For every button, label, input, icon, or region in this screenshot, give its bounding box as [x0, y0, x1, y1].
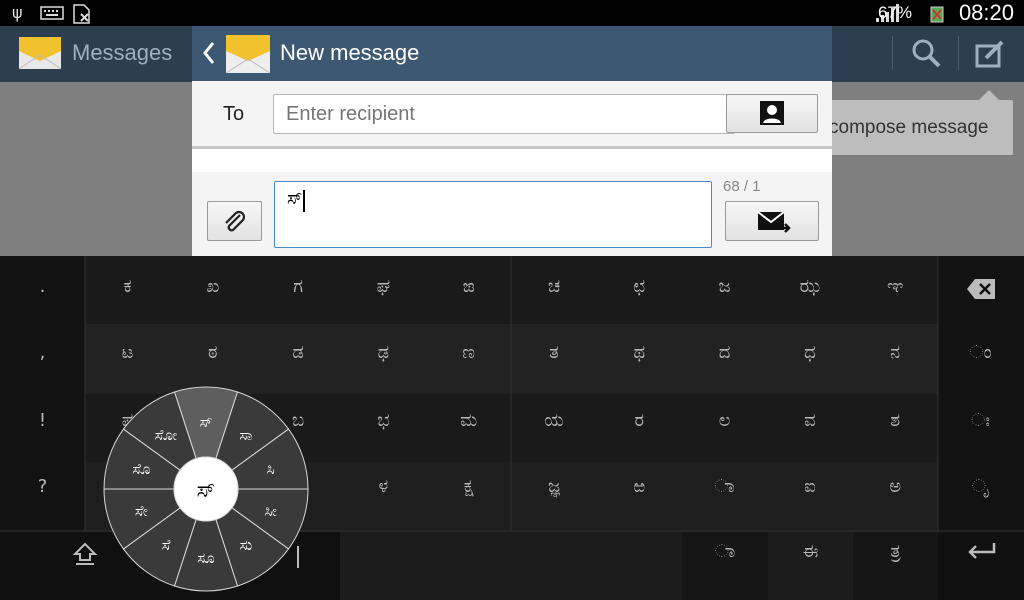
radial-item-label: ಸೋ	[155, 426, 178, 444]
key-r1-8[interactable]: ದ	[682, 342, 767, 363]
key-r1-10[interactable]: ನ	[853, 342, 938, 363]
key-r2-8[interactable]: ಲ	[682, 410, 767, 431]
battery-icon	[930, 5, 944, 27]
contact-icon	[760, 101, 784, 125]
backspace-key[interactable]	[938, 278, 1024, 305]
key-r3-8[interactable]: ಾ	[682, 476, 767, 497]
key-r2-7[interactable]: ರ	[597, 410, 682, 431]
key-r0-10[interactable]: ಞ	[853, 276, 938, 297]
key-r1-7[interactable]: ಥ	[597, 342, 682, 363]
key-r1-1[interactable]: ಟ	[85, 342, 170, 363]
key-r1-9[interactable]: ಧ	[767, 342, 852, 363]
background-title: Messages	[72, 40, 173, 65]
send-button[interactable]	[725, 201, 819, 241]
message-app-icon	[225, 30, 271, 80]
key-r1-2[interactable]: ಠ	[170, 342, 255, 363]
key-r0-3[interactable]: ಗ	[256, 276, 341, 297]
radial-item-label: ಸು	[240, 536, 253, 554]
key-r0-2[interactable]: ಖ	[170, 276, 255, 297]
battery-percent: 67%	[877, 3, 912, 22]
enter-key[interactable]	[938, 541, 1024, 566]
key-r3-10[interactable]: ಅ	[853, 476, 938, 497]
radial-item-label: ಸಾ	[239, 426, 252, 444]
radial-item-label: ಸೆ	[162, 536, 171, 554]
key-r0-8[interactable]: ಜ	[682, 276, 767, 297]
key-r0-0[interactable]: .	[0, 276, 85, 297]
text-cursor	[303, 190, 305, 212]
radial-item-label: ಸ್	[200, 413, 213, 431]
dialog-header: New message	[192, 26, 832, 81]
key-r3-7[interactable]: ಱ	[597, 476, 682, 497]
key-r1-5[interactable]: ಣ	[426, 342, 511, 363]
key-r3-4[interactable]: ಳ	[341, 476, 426, 497]
radial-center-label: ಸ್	[197, 478, 216, 503]
separator-gap	[192, 149, 832, 172]
key-r0-9[interactable]: ಝ	[767, 276, 852, 297]
key-r0-6[interactable]: ಚ	[512, 276, 597, 297]
key-r2-0[interactable]: !	[0, 410, 85, 431]
char-counter: 68 / 1	[723, 178, 761, 195]
tooltip-text: compose message	[829, 117, 989, 138]
key-r3-0[interactable]: ?	[0, 476, 85, 497]
key-r1-4[interactable]: ಢ	[341, 342, 426, 363]
key-r0-1[interactable]: ಕ	[85, 276, 170, 297]
key-r2-5[interactable]: ಮ	[426, 410, 511, 431]
search-icon[interactable]	[910, 37, 942, 73]
keyboard-icon	[40, 6, 64, 24]
key-r2-4[interactable]: ಭ	[341, 410, 426, 431]
back-icon[interactable]	[202, 40, 216, 70]
status-bar: ψ 67% 08:20	[0, 0, 1024, 26]
compose-icon[interactable]	[974, 38, 1006, 74]
key-r3-6[interactable]: ಜ್ಞ	[512, 476, 597, 497]
new-message-dialog: New message To ಸ್ 68 / 1	[192, 26, 832, 256]
bottom-key-2[interactable]: ಈ	[768, 541, 853, 562]
bottom-key-1[interactable]: ಾ	[682, 541, 768, 562]
contacts-button[interactable]	[726, 94, 818, 133]
key-r1-0[interactable]: ,	[0, 342, 85, 363]
radial-item-label: ಸೇ	[135, 502, 149, 520]
no-sim-icon	[72, 4, 92, 28]
key-r0-7[interactable]: ಛ	[597, 276, 682, 297]
key-r3-9[interactable]: ಐ	[767, 476, 852, 497]
key-r2-9[interactable]: ವ	[767, 410, 852, 431]
message-text: ಸ್	[287, 188, 303, 209]
to-label: To	[223, 103, 245, 125]
key-r2-10[interactable]: ಶ	[853, 410, 938, 431]
usb-icon: ψ	[12, 3, 23, 22]
key-r1-6[interactable]: ತ	[512, 342, 597, 363]
clock: 08:20	[958, 0, 1014, 25]
radial-wheel: ಸ್ ಸಾ ಸಿ ಸೀ ಸು ಸೂ ಸೆ ಸೇ ಸೊ ಸೋ ಸ್	[103, 386, 309, 592]
key-r0-4[interactable]: ಘ	[341, 276, 426, 297]
recipient-input[interactable]	[273, 94, 735, 134]
key-r0-5[interactable]: ಙ	[426, 276, 511, 297]
bottom-key-3[interactable]: ತ್ರ	[853, 541, 938, 562]
key-r2-6[interactable]: ಯ	[512, 410, 597, 431]
divider	[892, 36, 893, 70]
radial-item-label: ಸೀ	[265, 502, 278, 520]
radial-popup[interactable]: ಸ್ ಸಾ ಸಿ ಸೀ ಸು ಸೂ ಸೆ ಸೇ ಸೊ ಸೋ ಸ್	[103, 386, 309, 592]
key-r1-3[interactable]: ಡ	[256, 342, 341, 363]
key-r2-11[interactable]: ಃ	[938, 410, 1023, 431]
paperclip-icon	[225, 210, 246, 232]
messages-app-icon	[18, 31, 62, 79]
radial-item-label: ಸೊ	[132, 460, 150, 478]
compose-tooltip: compose message	[829, 90, 1013, 155]
divider	[958, 36, 959, 70]
send-icon	[757, 211, 791, 233]
key-r1-11[interactable]: ಂ	[938, 342, 1023, 363]
shift-key[interactable]	[70, 541, 100, 572]
radial-item-label: ಸಿ	[267, 460, 275, 478]
radial-item-label: ಸೂ	[197, 549, 215, 567]
key-r3-11[interactable]: ೃ	[938, 476, 1023, 497]
key-r3-5[interactable]: ಕ್ಷ	[426, 476, 511, 497]
attach-button[interactable]	[207, 201, 262, 241]
dialog-title: New message	[280, 40, 420, 65]
message-input[interactable]: ಸ್	[274, 181, 712, 248]
space-key[interactable]	[340, 532, 682, 600]
